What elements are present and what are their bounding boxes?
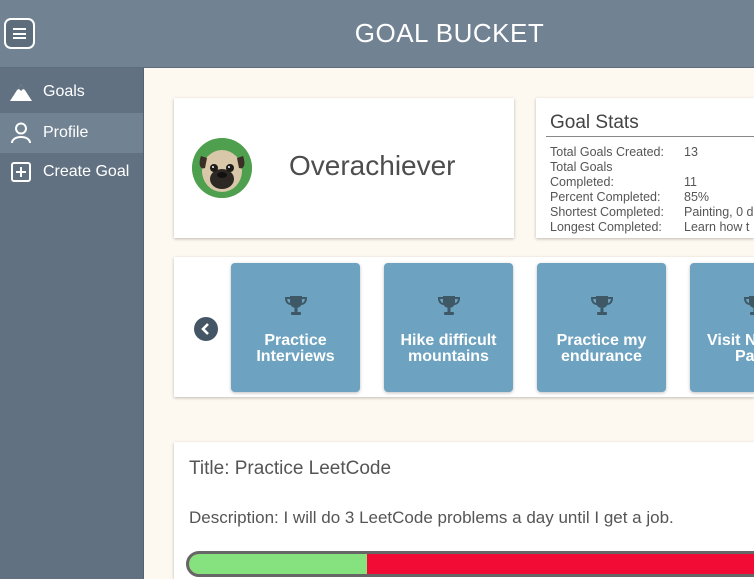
stats-title: Goal Stats [550, 112, 639, 133]
progress-fill [189, 554, 368, 574]
mountain-icon [0, 82, 42, 102]
stat-label: Total Goals Completed: [550, 160, 614, 189]
trophy-icon [743, 296, 754, 315]
goal-detail-card: Title: Practice LeetCode Description: I … [174, 442, 754, 579]
profile-card: Overachiever [174, 98, 514, 238]
plus-square-icon [0, 162, 42, 182]
stat-label: Longest Completed: [550, 220, 662, 234]
goal-tile-label: Practice my endurance [556, 332, 647, 365]
trophy-icon [284, 296, 307, 315]
goal-title: Title: Practice LeetCode [189, 458, 392, 479]
stat-value: Painting, 0 d [684, 205, 754, 219]
stat-row: Total Goals Completed: 11 [550, 160, 754, 190]
stat-value: 11 [684, 175, 697, 189]
goal-stats-card: Goal Stats Total Goals Created: 13 Total… [536, 98, 754, 238]
sidebar-item-label: Goals [43, 83, 85, 100]
stat-value: Learn how t [684, 220, 750, 234]
goal-description: Description: I will do 3 LeetCode proble… [189, 508, 674, 527]
goal-tile[interactable]: Visit N Pa [690, 263, 754, 392]
stat-label: Total Goals Created: [550, 145, 664, 159]
app-title: GOAL BUCKET [354, 18, 545, 48]
sidebar-item-create-goal[interactable]: Create Goal [0, 152, 143, 192]
sidebar-item-goals[interactable]: Goals [0, 72, 143, 112]
trophy-icon [590, 296, 613, 315]
stat-row: Percent Completed: 85% [550, 190, 754, 205]
username: Overachiever [289, 150, 456, 181]
goals-carousel: Practice Interviews Hike difficult mountai… [174, 257, 754, 397]
carousel-prev-button[interactable] [194, 317, 218, 341]
sidebar-item-profile[interactable]: Profile [0, 113, 143, 153]
sidebar-item-label: Create Goal [43, 163, 130, 180]
user-icon [0, 122, 42, 144]
pug-avatar-icon [192, 138, 252, 198]
sidebar: Goals Profile Create Goal [0, 68, 144, 579]
goal-tile[interactable]: Practice Interviews [231, 263, 360, 392]
avatar [192, 138, 252, 198]
stat-row: Shortest Completed: Painting, 0 d [550, 205, 754, 220]
sidebar-item-label: Profile [43, 124, 89, 141]
goal-tile-label: Practice Interviews [256, 332, 335, 365]
stat-row: Total Goals Created: 13 [550, 145, 754, 160]
stat-label: Shortest Completed: [550, 205, 664, 219]
goal-tile[interactable]: Hike difficult mountains [384, 263, 513, 392]
goal-progress-bar [186, 551, 754, 577]
goal-tile[interactable]: Practice my endurance [537, 263, 666, 392]
goal-tile-label: Visit N Pa [707, 332, 754, 365]
goal-tile-label: Hike difficult mountains [400, 332, 497, 365]
app-header: GOAL BUCKET [0, 0, 754, 68]
chevron-left-icon [201, 323, 209, 335]
stat-label: Percent Completed: [550, 190, 661, 204]
stats-table: Total Goals Created: 13 Total Goals Comp… [550, 145, 754, 235]
menu-toggle-button[interactable] [4, 18, 35, 49]
hamburger-icon [13, 28, 26, 30]
stat-value: 85% [684, 190, 710, 204]
stat-value: 13 [684, 145, 698, 159]
trophy-icon [437, 296, 460, 315]
divider [546, 136, 754, 137]
stat-row: Longest Completed: Learn how t [550, 220, 754, 235]
